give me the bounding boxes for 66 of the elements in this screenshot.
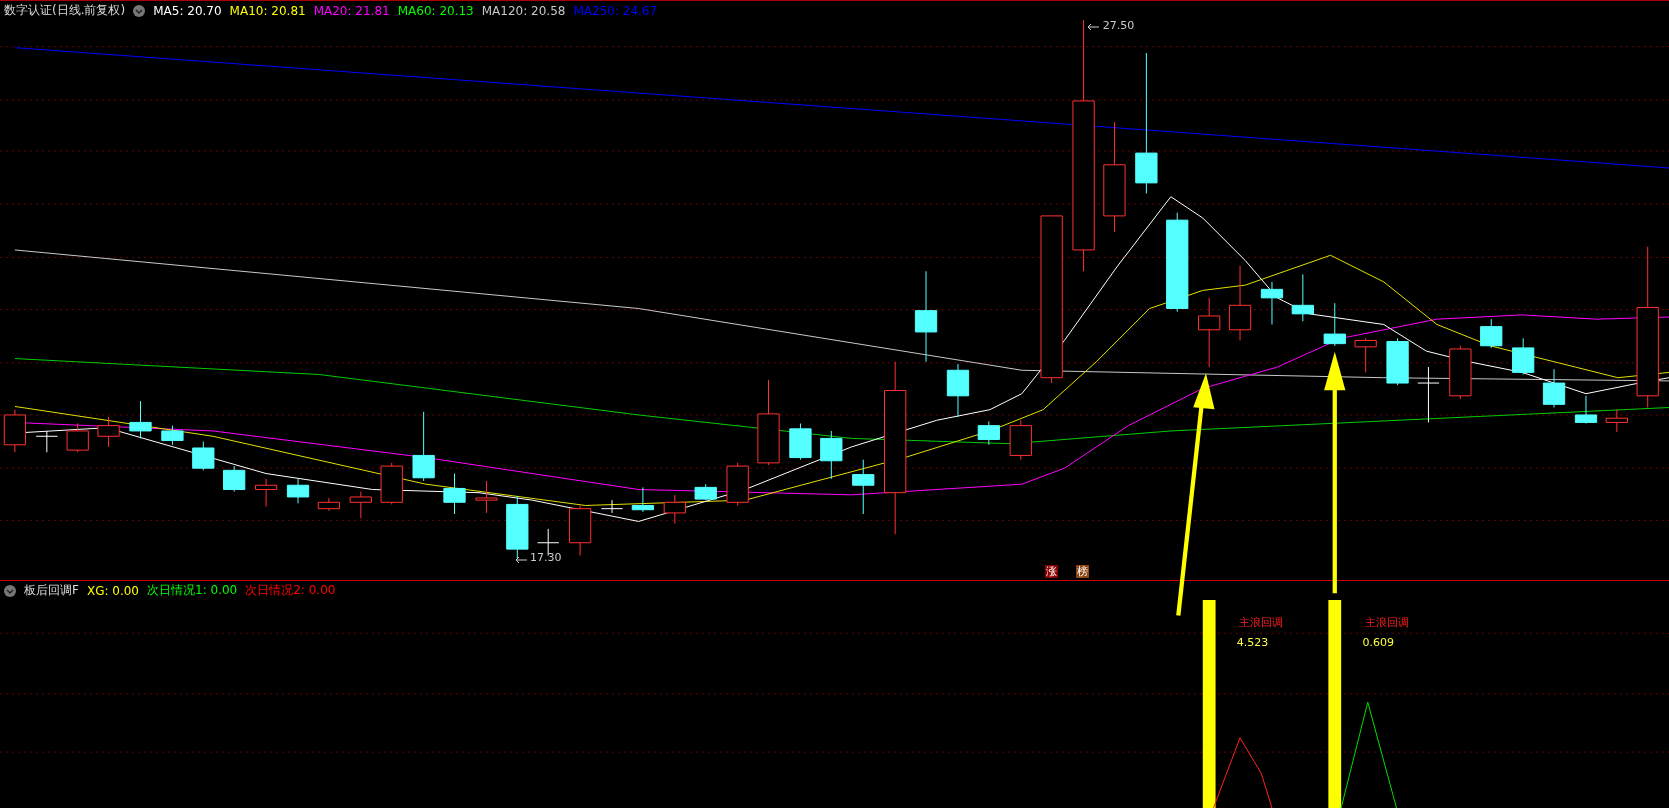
candlestick (475, 480, 498, 514)
indicator-value: XG: 0.00 (86, 583, 139, 598)
candlestick (1605, 409, 1628, 433)
candlestick (1198, 297, 1221, 368)
candlestick (254, 478, 278, 508)
high-price-label: 27.50 (1102, 18, 1135, 32)
dropdown-icon[interactable] (133, 4, 146, 17)
candlestick (380, 462, 403, 505)
indicator-value: MA10: 20.81 (229, 3, 306, 18)
candlestick (1542, 368, 1566, 409)
candlestick (97, 416, 120, 448)
candlestick (1354, 337, 1377, 373)
candlestick (3, 409, 27, 453)
candlestick (1291, 273, 1314, 322)
event-badge: 涨 (1045, 565, 1059, 579)
signal-value: 4.523 (1236, 635, 1269, 649)
candlestick (286, 478, 310, 504)
candlestick (35, 430, 58, 453)
candlestick (568, 505, 592, 556)
event-badge: 榜 (1076, 565, 1090, 579)
indicator-value: MA250: 24.67 (573, 3, 658, 18)
signal-label: 主浪回调 (1238, 615, 1283, 631)
low-price-label: 17.30 (530, 551, 562, 565)
candlestick (1574, 395, 1598, 424)
indicator-value: 次日情况2: 0.00 (245, 582, 336, 599)
candlestick (1417, 366, 1440, 423)
candlestick (129, 400, 152, 439)
candlestick (317, 497, 341, 512)
candlestick (852, 459, 875, 515)
dropdown-icon[interactable] (4, 584, 16, 597)
candlestick (1449, 345, 1472, 400)
candlestick (1009, 419, 1032, 461)
indicator-value: MA60: 20.13 (397, 3, 474, 18)
signal-value: 0.609 (1362, 635, 1394, 649)
leader-arrow-icon (515, 555, 528, 564)
indicator-value: MA120: 20.58 (481, 3, 566, 18)
signal-label: 主浪回调 (1364, 615, 1409, 631)
candlestick (694, 483, 717, 501)
candlestick (66, 423, 89, 453)
leader-arrow-icon (1086, 23, 1099, 32)
candlestick (946, 363, 970, 418)
indicator-value: MA5: 20.70 (153, 3, 222, 18)
candlestick (349, 491, 372, 519)
indicator-title: 数字认证(日线.前复权) (4, 2, 126, 19)
candlestick (1480, 318, 1503, 349)
candlestick (789, 423, 812, 461)
candlestick (1512, 337, 1535, 375)
indicator-title: 板后回调F (24, 582, 79, 599)
candlestick (412, 411, 435, 482)
indicator-value: 次日情况1: 0.00 (147, 582, 238, 599)
candlestick (1386, 337, 1409, 386)
indicator-value: MA20: 21.81 (313, 3, 390, 18)
candlestick (223, 465, 246, 493)
candlestick (631, 486, 655, 513)
candlestick (506, 495, 529, 560)
candlestick (443, 473, 466, 515)
candlestick (726, 462, 749, 506)
candlestick (1323, 302, 1346, 347)
candlestick (192, 441, 215, 471)
candlestick (663, 494, 686, 525)
candlestick (161, 425, 184, 446)
candlestick (1260, 281, 1284, 325)
candlestick (820, 430, 843, 480)
candlestick (600, 499, 624, 514)
indicator-line (1212, 737, 1273, 808)
candlestick (977, 420, 1000, 446)
